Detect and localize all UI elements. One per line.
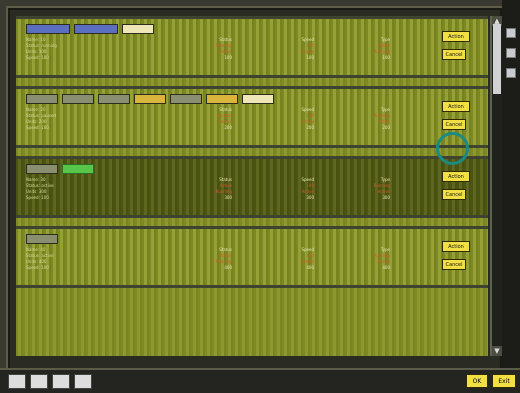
panel-info: Name: 30 Status: active Units: 300 Speed… xyxy=(26,177,54,201)
col-1-line-4: 100 xyxy=(224,55,232,60)
list-scrollbar[interactable]: ▲ ▼ xyxy=(490,16,502,356)
panel-button-top[interactable]: Action xyxy=(442,171,470,182)
tag-3 xyxy=(98,94,130,104)
map-icon[interactable] xyxy=(30,374,48,389)
panel-button-top[interactable]: Action xyxy=(442,101,470,112)
col-3-line-4: 300 xyxy=(382,195,390,200)
column-3: Type Running Active 200 xyxy=(348,107,390,131)
info-line-4: Speed: 100 xyxy=(26,55,49,60)
column-3: Type Running Active 400 xyxy=(348,247,390,271)
panel-buttons: Action Cancel xyxy=(442,101,470,130)
panel-button-bottom[interactable]: Cancel xyxy=(442,49,466,60)
col-1-line-4: 400 xyxy=(224,265,232,270)
col-1-line-4: 200 xyxy=(224,125,232,130)
scroll-thumb[interactable] xyxy=(493,24,501,94)
panel-tags xyxy=(26,164,94,174)
column-2: Speed 100 Active 300 xyxy=(272,177,314,201)
list-item-1[interactable]: Name: 10 Status: running Units: 100 Spee… xyxy=(16,16,488,78)
panel-info: Name: 40 Status: active Units: 400 Speed… xyxy=(26,247,54,271)
right-panel xyxy=(502,0,520,391)
highlight-ring xyxy=(436,132,469,165)
tag-3 xyxy=(122,24,154,34)
panel-button-bottom[interactable]: Cancel xyxy=(442,259,466,270)
panel-buttons: Action Cancel xyxy=(442,241,470,270)
bottom-bar: OK Exit xyxy=(0,368,520,393)
column-1: Status Active Running 400 xyxy=(190,247,232,271)
tag-4 xyxy=(134,94,166,104)
info-line-4: Speed: 100 xyxy=(26,195,49,200)
unit-list: Name: 10 Status: running Units: 100 Spee… xyxy=(16,16,488,356)
column-3: Type Active Running 100 xyxy=(348,37,390,61)
tag-1 xyxy=(26,164,58,174)
col-3-line-4: 400 xyxy=(382,265,390,270)
column-2: Speed 100 Active 200 xyxy=(272,107,314,131)
panel-tags xyxy=(26,234,58,244)
col-3-line-4: 100 xyxy=(382,55,390,60)
col-2-line-4: 400 xyxy=(306,265,314,270)
column-2: Speed 100 Active 400 xyxy=(272,247,314,271)
col-1-line-4: 300 xyxy=(224,195,232,200)
tag-1 xyxy=(26,234,58,244)
info-line-4: Speed: 100 xyxy=(26,125,49,130)
tag-1 xyxy=(26,94,58,104)
tag-5 xyxy=(170,94,202,104)
tag-2 xyxy=(62,164,94,174)
panel-button-top[interactable]: Action xyxy=(442,31,470,42)
box-icon[interactable] xyxy=(74,374,92,389)
info-line-4: Speed: 100 xyxy=(26,265,49,270)
panel-buttons: Action Cancel xyxy=(442,31,470,60)
list-item-2[interactable]: Name: 20 Status: paused Units: 200 Speed… xyxy=(16,86,488,148)
tag-2 xyxy=(62,94,94,104)
scroll-down-button[interactable]: ▼ xyxy=(492,346,502,356)
column-1: Status Running Active 100 xyxy=(190,37,232,61)
column-1: Status Active Running 300 xyxy=(190,177,232,201)
panel-tags xyxy=(26,94,274,104)
tag-1 xyxy=(26,24,70,34)
panel-buttons: Action Cancel xyxy=(442,171,470,200)
right-control-1[interactable] xyxy=(506,28,516,38)
column-2: Speed 100 Active 100 xyxy=(272,37,314,61)
right-control-3[interactable] xyxy=(506,68,516,78)
bottom-right-button[interactable]: Exit xyxy=(492,374,516,388)
panel-button-bottom[interactable]: Cancel xyxy=(442,119,466,130)
panel-info: Name: 10 Status: running Units: 100 Spee… xyxy=(26,37,57,61)
bookmark-icon[interactable] xyxy=(8,374,26,389)
panel-info: Name: 20 Status: paused Units: 200 Speed… xyxy=(26,107,56,131)
col-3-line-4: 200 xyxy=(382,125,390,130)
person-icon[interactable] xyxy=(52,374,70,389)
tag-2 xyxy=(74,24,118,34)
tag-6 xyxy=(206,94,238,104)
bottom-left-button[interactable]: OK xyxy=(466,374,488,388)
tag-7 xyxy=(242,94,274,104)
col-2-line-4: 200 xyxy=(306,125,314,130)
panel-button-bottom[interactable]: Cancel xyxy=(442,189,466,200)
list-item-3[interactable]: Name: 30 Status: active Units: 300 Speed… xyxy=(16,156,488,218)
right-control-2[interactable] xyxy=(506,48,516,58)
col-2-line-4: 100 xyxy=(306,55,314,60)
column-1: Status Paused Active 200 xyxy=(190,107,232,131)
column-3: Type Running Active 300 xyxy=(348,177,390,201)
panel-tags xyxy=(26,24,154,34)
panel-button-top[interactable]: Action xyxy=(442,241,470,252)
col-2-line-4: 300 xyxy=(306,195,314,200)
list-item-4[interactable]: Name: 40 Status: active Units: 400 Speed… xyxy=(16,226,488,288)
